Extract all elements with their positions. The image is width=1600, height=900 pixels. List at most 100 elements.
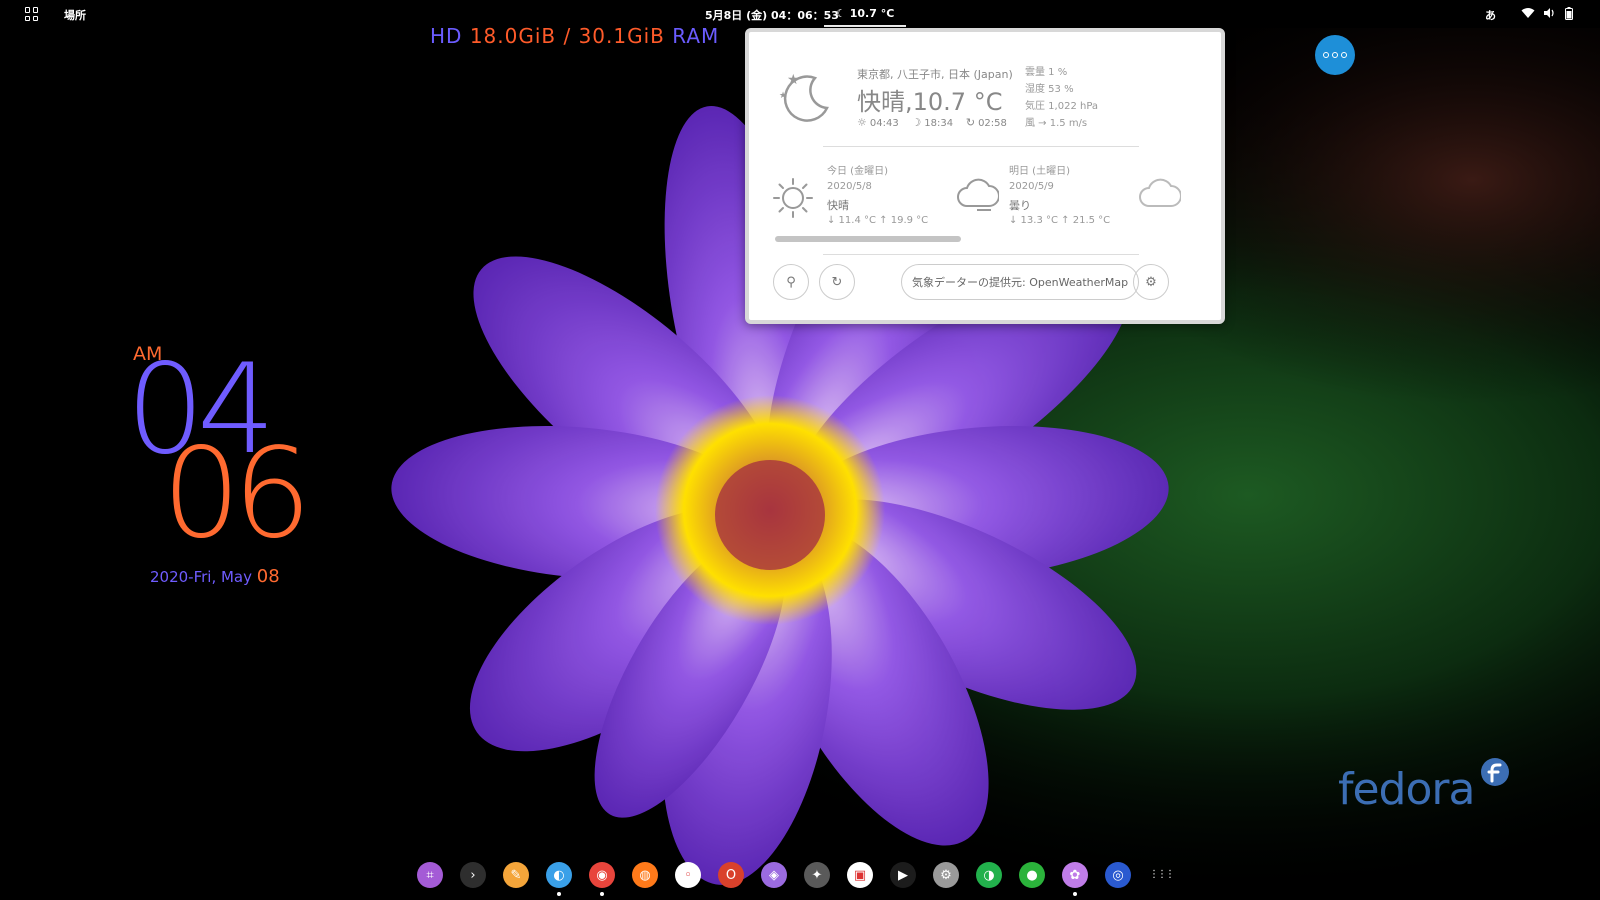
- dock-item-chrome[interactable]: ◉: [586, 862, 618, 896]
- show-apps-icon: ⋮⋮⋮: [1149, 869, 1175, 880]
- divider: [823, 254, 1139, 255]
- video-player-icon: ▶: [890, 862, 916, 888]
- sunset-time: 18:34: [924, 118, 954, 129]
- weather-details: 雲量 1 % 湿度 53 % 気圧 1,022 hPa 風 → 1.5 m/s: [1025, 64, 1098, 132]
- cloudy-icon: [957, 178, 999, 211]
- app-store-icon: ◎: [1105, 862, 1131, 888]
- file-manager-icon: ◐: [546, 862, 572, 888]
- sun-icon: [773, 178, 813, 218]
- cloudiness: 雲量 1 %: [1025, 67, 1068, 78]
- dock-item-file-manager[interactable]: ◐: [543, 862, 575, 896]
- wifi-icon[interactable]: [1521, 7, 1535, 19]
- forecast-tomorrow-temps: ↓ 13.3 °C ↑ 21.5 °C: [1009, 215, 1111, 226]
- photo-app-icon: ◈: [761, 862, 787, 888]
- clock-date-day: 08: [256, 566, 280, 587]
- dock-item-app-store[interactable]: ◎: [1102, 862, 1134, 894]
- refresh-button[interactable]: ↻: [819, 264, 855, 300]
- datetime-menu[interactable]: 5月8日 (金) 04：06：53: [705, 7, 839, 23]
- forecast-tomorrow-condition: 曇り: [1009, 199, 1031, 212]
- dock-item-office[interactable]: O: [715, 862, 747, 894]
- forecast-today-date: 2020/5/8: [827, 181, 872, 192]
- media-icon: ◦: [675, 862, 701, 888]
- dock-item-screenshot[interactable]: ⌗: [414, 862, 446, 894]
- divider: [823, 146, 1139, 147]
- mail-icon: ▣: [847, 862, 873, 888]
- sunrise-icon: ☼: [857, 116, 867, 129]
- sunset-icon: ☽: [911, 116, 922, 129]
- forecast-scrollbar[interactable]: [775, 236, 961, 242]
- humidity: 湿度 53 %: [1025, 84, 1074, 95]
- terminal-icon: ›: [460, 862, 486, 888]
- refresh-time-icon: ↻: [965, 116, 976, 129]
- notes-icon: ✎: [503, 862, 529, 888]
- dock-item-mail[interactable]: ▣: [844, 862, 876, 894]
- screenshot-icon: ⌗: [417, 862, 443, 888]
- gear-icon: ⚙: [1145, 274, 1157, 290]
- hd-label: HD: [430, 24, 463, 48]
- extension-menu-button[interactable]: [1315, 35, 1355, 75]
- running-indicator: [600, 892, 604, 896]
- svg-text:★: ★: [779, 91, 787, 101]
- running-indicator: [1073, 892, 1077, 896]
- forecast-today-temps: ↓ 11.4 °C ↑ 19.9 °C: [827, 215, 929, 226]
- volume-icon[interactable]: [1543, 7, 1555, 19]
- dock-item-photo-app[interactable]: ◈: [758, 862, 790, 894]
- flower-app-icon: ✿: [1062, 862, 1088, 888]
- settings-icon: ⚙: [933, 862, 959, 888]
- top-bar: 場所 5月8日 (金) 04：06：53 ☾ 10.7 °C あ: [0, 0, 1600, 28]
- chrome-icon: ◉: [589, 862, 615, 888]
- dock: ⌗ › ✎ ◐ ◉ ◍ ◦ O ◈ ✦ ▣ ▶ ⚙ ◑ ● ✿ ◎ ⋮⋮⋮: [414, 862, 1177, 896]
- ram-label: RAM: [672, 24, 720, 48]
- dock-item-flower-app[interactable]: ✿: [1059, 862, 1091, 896]
- dock-item-media[interactable]: ◦: [672, 862, 704, 894]
- dock-item-video-player[interactable]: ▶: [887, 862, 919, 894]
- location-button[interactable]: ⚲: [773, 264, 809, 300]
- sun-times-row: ☼ 04:43 ☽ 18:34 ↻ 02:58: [857, 116, 1007, 129]
- dock-item-show-apps[interactable]: ⋮⋮⋮: [1145, 862, 1177, 894]
- weather-location: 東京都, 八王子市, 日本 (Japan): [857, 68, 1013, 81]
- clock-date-text: 2020-Fri, May: [150, 568, 257, 586]
- weather-provider-button[interactable]: 気象データーの提供元: OpenWeatherMap: [901, 264, 1140, 300]
- places-menu[interactable]: 場所: [64, 7, 86, 23]
- weather-indicator[interactable]: ☾ 10.7 °C: [823, 7, 907, 27]
- clock-minute: 06: [162, 422, 312, 566]
- activities-grid-icon[interactable]: [25, 7, 39, 21]
- tweaks-icon: ◑: [976, 862, 1002, 888]
- forecast-today-label: 今日 (金曜日): [827, 166, 888, 177]
- weather-popup: ★ ★ 東京都, 八王子市, 日本 (Japan) 快晴,10.7 °C ☼ 04…: [745, 28, 1225, 324]
- input-method-indicator[interactable]: あ: [1485, 7, 1496, 23]
- dock-item-tweaks[interactable]: ◑: [973, 862, 1005, 894]
- last-updated-time: 02:58: [978, 118, 1007, 129]
- office-icon: O: [718, 862, 744, 888]
- forecast-today-condition: 快晴: [827, 199, 849, 212]
- running-indicator: [557, 892, 561, 896]
- moon-icon: ☾: [836, 7, 846, 20]
- clear-night-icon: ★ ★: [779, 72, 829, 122]
- wind: 風 → 1.5 m/s: [1025, 118, 1088, 129]
- firefox-icon: ◍: [632, 862, 658, 888]
- forecast-tomorrow: 明日 (土曜日) 2020/5/9 曇り ↓ 13.3 °C ↑ 21.5 °C: [1009, 164, 1110, 228]
- pressure: 気圧 1,022 hPa: [1025, 101, 1099, 112]
- preferences-button[interactable]: ⚙: [1133, 264, 1169, 300]
- dock-item-terminal[interactable]: ›: [457, 862, 489, 894]
- forecast-tomorrow-date: 2020/5/9: [1009, 181, 1054, 192]
- fedora-logo-icon: [1481, 758, 1509, 786]
- dock-item-software[interactable]: ●: [1016, 862, 1048, 894]
- weather-indicator-temp: 10.7 °C: [849, 7, 895, 20]
- hd-value: 18.0GiB / 30.1GiB: [469, 24, 665, 48]
- system-monitor-overlay: HD 18.0GiB / 30.1GiB RAM: [430, 24, 719, 48]
- forecast-today: 今日 (金曜日) 2020/5/8 快晴 ↓ 11.4 °C ↑ 19.9 °C: [827, 164, 928, 228]
- location-pin-icon: ⚲: [786, 274, 796, 290]
- clock-date: 2020-Fri, May 08: [150, 566, 280, 587]
- fedora-logo-text: fedora: [1338, 764, 1475, 815]
- refresh-icon: ↻: [831, 274, 843, 290]
- dock-item-notes[interactable]: ✎: [500, 862, 532, 894]
- dock-item-settings[interactable]: ⚙: [930, 862, 962, 894]
- svg-text:★: ★: [787, 72, 800, 88]
- sunrise-time: 04:43: [869, 118, 899, 129]
- battery-icon[interactable]: [1565, 7, 1573, 20]
- dock-item-gimp[interactable]: ✦: [801, 862, 833, 894]
- weather-current-summary: 快晴,10.7 °C: [857, 88, 1003, 116]
- partly-cloudy-icon: [1139, 178, 1181, 207]
- dock-item-firefox[interactable]: ◍: [629, 862, 661, 894]
